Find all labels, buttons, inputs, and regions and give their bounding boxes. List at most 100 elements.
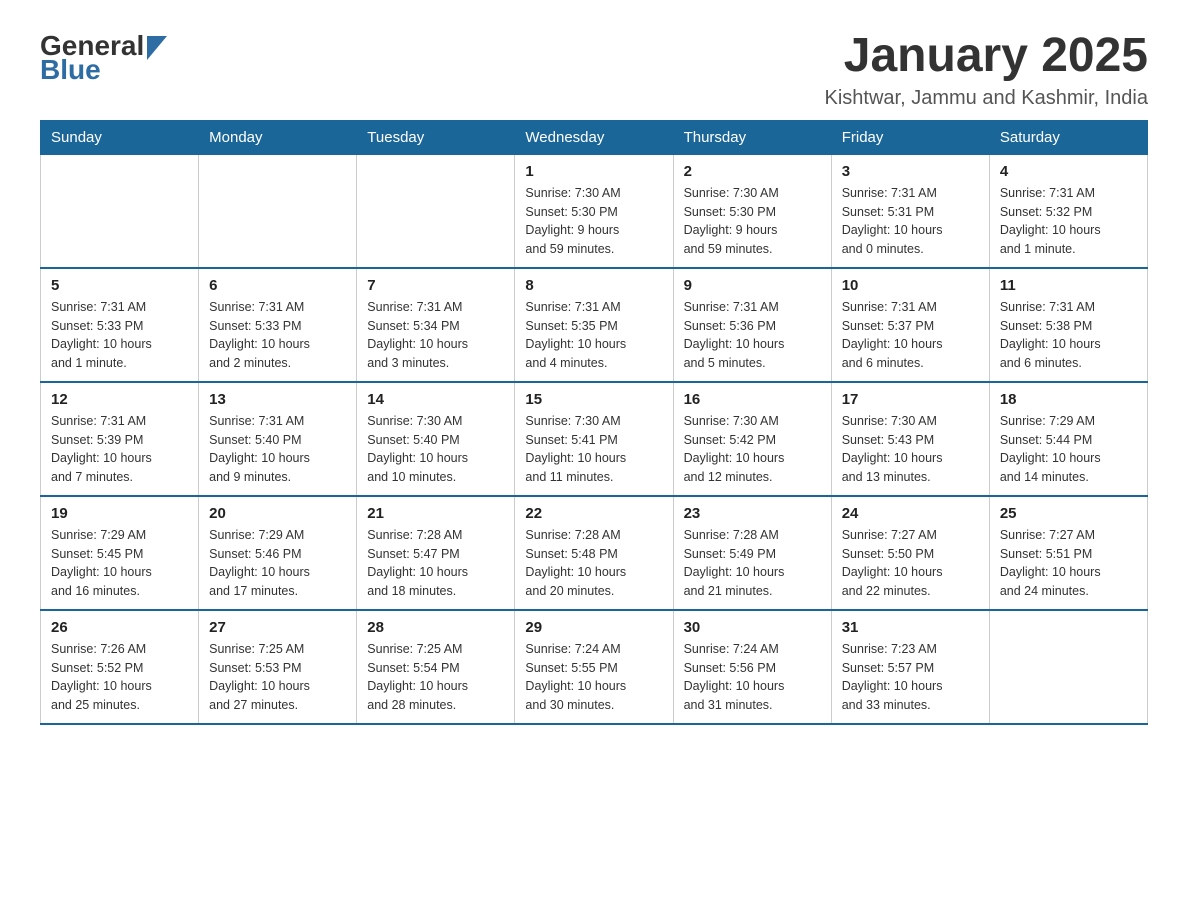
day-number: 6 bbox=[209, 277, 346, 294]
calendar-cell: 15 Sunrise: 7:30 AM Sunset: 5:41 PM Dayli… bbox=[515, 382, 673, 496]
calendar-cell: 9Sunrise: 7:31 AM Sunset: 5:36 PM Daylig… bbox=[673, 268, 831, 382]
calendar-cell bbox=[199, 154, 357, 268]
day-number: 13 bbox=[209, 391, 346, 408]
day-info: Sunrise: 7:29 AM Sunset: 5:46 PM Dayligh… bbox=[209, 526, 346, 601]
header-sunday: Sunday bbox=[41, 120, 199, 154]
day-number: 4 bbox=[1000, 163, 1137, 180]
day-number: 10 bbox=[842, 277, 979, 294]
day-info: Sunrise: 7:30 AM Sunset: 5:43 PM Dayligh… bbox=[842, 412, 979, 487]
day-number: 12 bbox=[51, 391, 188, 408]
logo-blue-text: Blue bbox=[40, 54, 167, 86]
day-info: Sunrise: 7:31 AM Sunset: 5:39 PM Dayligh… bbox=[51, 412, 188, 487]
calendar-cell: 18 Sunrise: 7:29 AM Sunset: 5:44 PM Dayli… bbox=[989, 382, 1147, 496]
calendar-cell: 16 Sunrise: 7:30 AM Sunset: 5:42 PM Dayli… bbox=[673, 382, 831, 496]
header-thursday: Thursday bbox=[673, 120, 831, 154]
calendar-header-row: SundayMondayTuesdayWednesdayThursdayFrid… bbox=[41, 120, 1148, 154]
day-number: 23 bbox=[684, 505, 821, 522]
day-number: 8 bbox=[525, 277, 662, 294]
day-info: Sunrise: 7:30 AM Sunset: 5:40 PM Dayligh… bbox=[367, 412, 504, 487]
day-info: Sunrise: 7:28 AM Sunset: 5:48 PM Dayligh… bbox=[525, 526, 662, 601]
page-header: General Blue January 2025 Kishtwar, Jamm… bbox=[40, 30, 1148, 110]
day-info: Sunrise: 7:28 AM Sunset: 5:47 PM Dayligh… bbox=[367, 526, 504, 601]
day-number: 14 bbox=[367, 391, 504, 408]
calendar-cell: 14 Sunrise: 7:30 AM Sunset: 5:40 PM Dayli… bbox=[357, 382, 515, 496]
calendar-week-row: 26 Sunrise: 7:26 AM Sunset: 5:52 PM Dayli… bbox=[41, 610, 1148, 724]
month-title: January 2025 bbox=[825, 30, 1148, 83]
day-number: 22 bbox=[525, 505, 662, 522]
calendar-cell: 21 Sunrise: 7:28 AM Sunset: 5:47 PM Dayli… bbox=[357, 496, 515, 610]
calendar-cell: 22 Sunrise: 7:28 AM Sunset: 5:48 PM Dayli… bbox=[515, 496, 673, 610]
day-number: 20 bbox=[209, 505, 346, 522]
day-number: 15 bbox=[525, 391, 662, 408]
day-info: Sunrise: 7:31 AM Sunset: 5:37 PM Dayligh… bbox=[842, 298, 979, 373]
calendar-week-row: 12 Sunrise: 7:31 AM Sunset: 5:39 PM Dayli… bbox=[41, 382, 1148, 496]
calendar-cell: 17 Sunrise: 7:30 AM Sunset: 5:43 PM Dayli… bbox=[831, 382, 989, 496]
day-number: 30 bbox=[684, 619, 821, 636]
calendar-cell: 1 Sunrise: 7:30 AM Sunset: 5:30 PM Daylig… bbox=[515, 154, 673, 268]
calendar-cell: 13Sunrise: 7:31 AM Sunset: 5:40 PM Dayli… bbox=[199, 382, 357, 496]
day-info: Sunrise: 7:29 AM Sunset: 5:44 PM Dayligh… bbox=[1000, 412, 1137, 487]
header-tuesday: Tuesday bbox=[357, 120, 515, 154]
day-number: 27 bbox=[209, 619, 346, 636]
day-info: Sunrise: 7:30 AM Sunset: 5:30 PM Dayligh… bbox=[525, 184, 662, 259]
header-wednesday: Wednesday bbox=[515, 120, 673, 154]
calendar-cell: 24Sunrise: 7:27 AM Sunset: 5:50 PM Dayli… bbox=[831, 496, 989, 610]
day-info: Sunrise: 7:28 AM Sunset: 5:49 PM Dayligh… bbox=[684, 526, 821, 601]
day-info: Sunrise: 7:26 AM Sunset: 5:52 PM Dayligh… bbox=[51, 640, 188, 715]
day-number: 7 bbox=[367, 277, 504, 294]
calendar-cell: 26 Sunrise: 7:26 AM Sunset: 5:52 PM Dayli… bbox=[41, 610, 199, 724]
day-info: Sunrise: 7:31 AM Sunset: 5:32 PM Dayligh… bbox=[1000, 184, 1137, 259]
day-info: Sunrise: 7:25 AM Sunset: 5:54 PM Dayligh… bbox=[367, 640, 504, 715]
calendar-cell: 6Sunrise: 7:31 AM Sunset: 5:33 PM Daylig… bbox=[199, 268, 357, 382]
calendar-week-row: 1 Sunrise: 7:30 AM Sunset: 5:30 PM Daylig… bbox=[41, 154, 1148, 268]
day-info: Sunrise: 7:31 AM Sunset: 5:34 PM Dayligh… bbox=[367, 298, 504, 373]
day-info: Sunrise: 7:31 AM Sunset: 5:38 PM Dayligh… bbox=[1000, 298, 1137, 373]
day-number: 17 bbox=[842, 391, 979, 408]
calendar-cell: 12 Sunrise: 7:31 AM Sunset: 5:39 PM Dayli… bbox=[41, 382, 199, 496]
day-number: 9 bbox=[684, 277, 821, 294]
day-number: 16 bbox=[684, 391, 821, 408]
calendar-week-row: 5 Sunrise: 7:31 AM Sunset: 5:33 PM Daylig… bbox=[41, 268, 1148, 382]
day-number: 19 bbox=[51, 505, 188, 522]
day-info: Sunrise: 7:30 AM Sunset: 5:30 PM Dayligh… bbox=[684, 184, 821, 259]
calendar-week-row: 19 Sunrise: 7:29 AM Sunset: 5:45 PM Dayli… bbox=[41, 496, 1148, 610]
day-info: Sunrise: 7:31 AM Sunset: 5:35 PM Dayligh… bbox=[525, 298, 662, 373]
calendar-cell: 11Sunrise: 7:31 AM Sunset: 5:38 PM Dayli… bbox=[989, 268, 1147, 382]
day-info: Sunrise: 7:25 AM Sunset: 5:53 PM Dayligh… bbox=[209, 640, 346, 715]
day-number: 1 bbox=[525, 163, 662, 180]
day-info: Sunrise: 7:30 AM Sunset: 5:42 PM Dayligh… bbox=[684, 412, 821, 487]
day-number: 21 bbox=[367, 505, 504, 522]
calendar-cell: 8 Sunrise: 7:31 AM Sunset: 5:35 PM Daylig… bbox=[515, 268, 673, 382]
day-info: Sunrise: 7:30 AM Sunset: 5:41 PM Dayligh… bbox=[525, 412, 662, 487]
day-info: Sunrise: 7:31 AM Sunset: 5:33 PM Dayligh… bbox=[51, 298, 188, 373]
calendar-cell: 23 Sunrise: 7:28 AM Sunset: 5:49 PM Dayli… bbox=[673, 496, 831, 610]
day-number: 18 bbox=[1000, 391, 1137, 408]
day-info: Sunrise: 7:24 AM Sunset: 5:55 PM Dayligh… bbox=[525, 640, 662, 715]
day-number: 26 bbox=[51, 619, 188, 636]
calendar-cell: 30 Sunrise: 7:24 AM Sunset: 5:56 PM Dayli… bbox=[673, 610, 831, 724]
day-number: 25 bbox=[1000, 505, 1137, 522]
day-number: 29 bbox=[525, 619, 662, 636]
calendar-cell: 7 Sunrise: 7:31 AM Sunset: 5:34 PM Daylig… bbox=[357, 268, 515, 382]
calendar-cell bbox=[357, 154, 515, 268]
day-info: Sunrise: 7:29 AM Sunset: 5:45 PM Dayligh… bbox=[51, 526, 188, 601]
calendar-cell: 2 Sunrise: 7:30 AM Sunset: 5:30 PM Daylig… bbox=[673, 154, 831, 268]
logo: General Blue bbox=[40, 30, 167, 86]
calendar-cell: 31Sunrise: 7:23 AM Sunset: 5:57 PM Dayli… bbox=[831, 610, 989, 724]
calendar-cell: 25 Sunrise: 7:27 AM Sunset: 5:51 PM Dayli… bbox=[989, 496, 1147, 610]
day-number: 2 bbox=[684, 163, 821, 180]
day-number: 3 bbox=[842, 163, 979, 180]
location-text: Kishtwar, Jammu and Kashmir, India bbox=[825, 87, 1148, 110]
day-info: Sunrise: 7:24 AM Sunset: 5:56 PM Dayligh… bbox=[684, 640, 821, 715]
day-number: 24 bbox=[842, 505, 979, 522]
calendar-cell bbox=[41, 154, 199, 268]
day-info: Sunrise: 7:23 AM Sunset: 5:57 PM Dayligh… bbox=[842, 640, 979, 715]
day-info: Sunrise: 7:31 AM Sunset: 5:31 PM Dayligh… bbox=[842, 184, 979, 259]
calendar-table: SundayMondayTuesdayWednesdayThursdayFrid… bbox=[40, 120, 1148, 725]
calendar-cell: 27 Sunrise: 7:25 AM Sunset: 5:53 PM Dayli… bbox=[199, 610, 357, 724]
calendar-cell: 20 Sunrise: 7:29 AM Sunset: 5:46 PM Dayli… bbox=[199, 496, 357, 610]
day-info: Sunrise: 7:27 AM Sunset: 5:51 PM Dayligh… bbox=[1000, 526, 1137, 601]
calendar-cell: 3 Sunrise: 7:31 AM Sunset: 5:31 PM Daylig… bbox=[831, 154, 989, 268]
day-number: 5 bbox=[51, 277, 188, 294]
calendar-cell: 28Sunrise: 7:25 AM Sunset: 5:54 PM Dayli… bbox=[357, 610, 515, 724]
